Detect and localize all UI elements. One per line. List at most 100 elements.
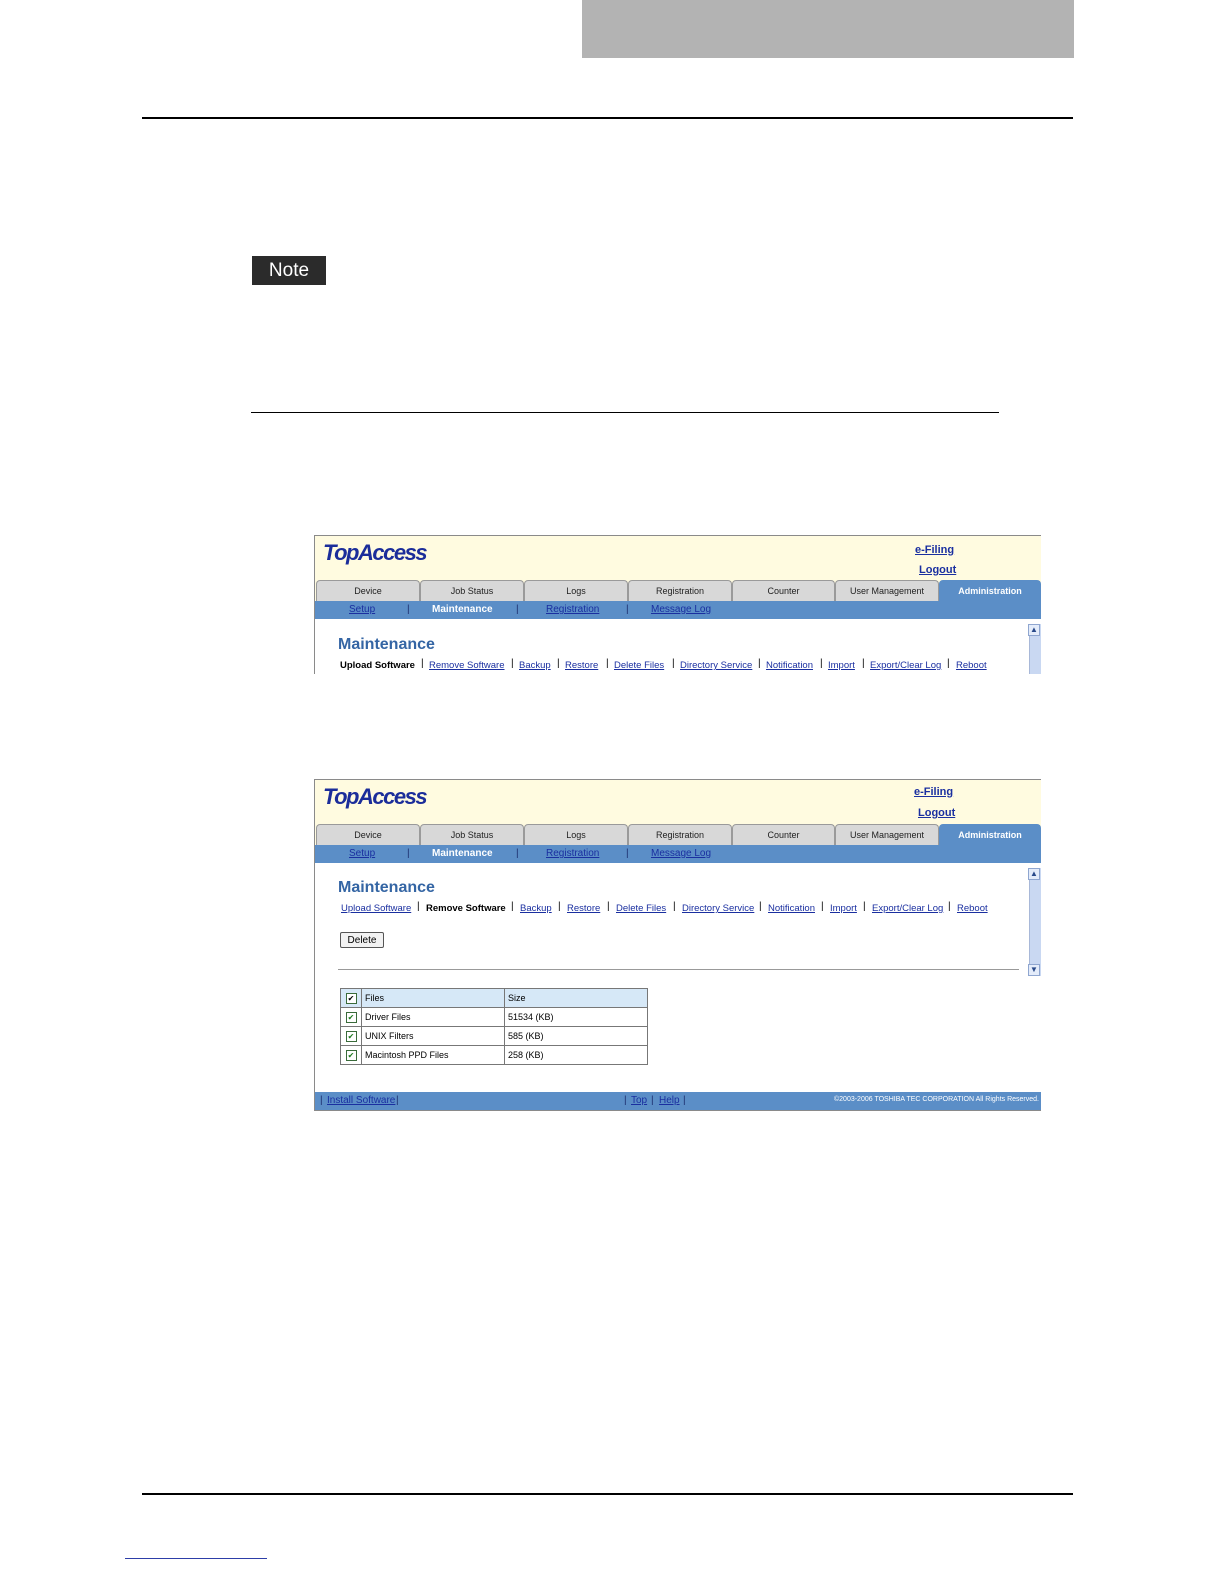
file-name: Driver Files (361, 1007, 505, 1027)
menu-directory-service[interactable]: Directory Service (680, 660, 752, 671)
file-name: Macintosh PPD Files (361, 1045, 505, 1065)
menu-upload-software[interactable]: Upload Software (340, 660, 415, 671)
menu-separator: | (421, 658, 424, 669)
tab-job-status[interactable]: Job Status (420, 824, 524, 845)
scrollbar[interactable] (1029, 868, 1041, 976)
row-checkbox[interactable]: ✔ (345, 1030, 357, 1042)
section-divider (338, 969, 1019, 970)
menu-separator: | (417, 901, 420, 912)
tab-user-management[interactable]: User Management (835, 824, 939, 845)
footer-separator: | (651, 1095, 654, 1106)
efiling-link[interactable]: e-Filing (914, 786, 953, 798)
footer-link-underline[interactable] (125, 1558, 267, 1559)
scroll-up-icon[interactable]: ▲ (1028, 624, 1040, 636)
menu-export-clear-log[interactable]: Export/Clear Log (870, 660, 941, 671)
tab-user-management[interactable]: User Management (835, 580, 939, 601)
file-size: 258 (KB) (504, 1045, 648, 1065)
menu-delete-files[interactable]: Delete Files (616, 903, 666, 914)
menu-directory-service[interactable]: Directory Service (682, 903, 754, 914)
menu-separator: | (759, 901, 762, 912)
tab-device[interactable]: Device (316, 824, 420, 845)
menu-reboot[interactable]: Reboot (957, 903, 988, 914)
logout-link[interactable]: Logout (919, 564, 956, 576)
topaccess-logo: TopAccess (323, 540, 428, 565)
menu-separator: | (948, 901, 951, 912)
menu-reboot[interactable]: Reboot (956, 660, 987, 671)
menu-remove-software[interactable]: Remove Software (429, 660, 505, 671)
scroll-down-icon[interactable]: ▼ (1028, 964, 1040, 976)
topaccess-screenshot-remove: TopAccess e-Filing Logout Device Job Sta… (314, 779, 1041, 1111)
subnav-setup[interactable]: Setup (349, 604, 375, 615)
select-all-cell[interactable]: ✔ (340, 988, 362, 1008)
menu-restore[interactable]: Restore (565, 660, 598, 671)
subnav-message-log[interactable]: Message Log (651, 604, 711, 615)
page-header-bar (582, 0, 1074, 58)
sub-nav: Setup | Maintenance | Registration | Mes… (315, 601, 1041, 619)
menu-remove-software[interactable]: Remove Software (426, 903, 506, 914)
tab-job-status[interactable]: Job Status (420, 580, 524, 601)
menu-separator: | (863, 901, 866, 912)
top-link[interactable]: Top (631, 1095, 647, 1106)
subnav-registration[interactable]: Registration (546, 604, 599, 615)
row-checkbox[interactable]: ✔ (345, 1011, 357, 1023)
subnav-separator: | (516, 604, 519, 615)
row-checkbox-cell[interactable]: ✔ (340, 1026, 362, 1046)
note-rule (251, 412, 999, 413)
footer-bar: | Install Software | | Top | Help | ©200… (315, 1092, 1041, 1110)
menu-export-clear-log[interactable]: Export/Clear Log (872, 903, 943, 914)
efiling-link[interactable]: e-Filing (915, 544, 954, 556)
column-header-size: Size (504, 988, 648, 1008)
file-name: UNIX Filters (361, 1026, 505, 1046)
subnav-message-log[interactable]: Message Log (651, 848, 711, 859)
subnav-separator: | (626, 848, 629, 859)
menu-backup[interactable]: Backup (520, 903, 552, 914)
footer-separator: | (624, 1095, 627, 1106)
row-checkbox-cell[interactable]: ✔ (340, 1007, 362, 1027)
menu-separator: | (820, 658, 823, 669)
note-label: Note (252, 256, 326, 285)
subnav-registration[interactable]: Registration (546, 848, 599, 859)
menu-import[interactable]: Import (830, 903, 857, 914)
menu-notification[interactable]: Notification (766, 660, 813, 671)
menu-backup[interactable]: Backup (519, 660, 551, 671)
tab-counter[interactable]: Counter (732, 824, 835, 845)
subnav-setup[interactable]: Setup (349, 848, 375, 859)
scroll-up-icon[interactable]: ▲ (1028, 868, 1040, 880)
subnav-separator: | (626, 604, 629, 615)
delete-button[interactable]: Delete (340, 932, 384, 948)
menu-delete-files[interactable]: Delete Files (614, 660, 664, 671)
tab-registration[interactable]: Registration (628, 824, 732, 845)
menu-restore[interactable]: Restore (567, 903, 600, 914)
subnav-maintenance[interactable]: Maintenance (432, 848, 493, 859)
menu-separator: | (672, 658, 675, 669)
install-software-link[interactable]: Install Software (327, 1095, 395, 1106)
select-all-checkbox[interactable]: ✔ (345, 992, 357, 1004)
menu-notification[interactable]: Notification (768, 903, 815, 914)
row-checkbox[interactable]: ✔ (345, 1049, 357, 1061)
menu-separator: | (947, 658, 950, 669)
files-table: ✔ Files Size ✔ Driver Files 51534 (KB) ✔… (340, 988, 648, 1065)
menu-separator: | (862, 658, 865, 669)
file-size: 51534 (KB) (504, 1007, 648, 1027)
subnav-maintenance[interactable]: Maintenance (432, 604, 493, 615)
logout-link[interactable]: Logout (918, 807, 955, 819)
subnav-separator: | (407, 604, 410, 615)
page-title: Maintenance (338, 879, 435, 896)
table-row: ✔ Driver Files 51534 (KB) (340, 1007, 648, 1027)
tab-registration[interactable]: Registration (628, 580, 732, 601)
tab-row: Device Job Status Logs Registration Coun… (315, 824, 1041, 845)
tab-counter[interactable]: Counter (732, 580, 835, 601)
menu-upload-software[interactable]: Upload Software (341, 903, 411, 914)
tab-logs[interactable]: Logs (524, 580, 628, 601)
help-link[interactable]: Help (659, 1095, 680, 1106)
menu-separator: | (511, 901, 514, 912)
table-row: ✔ Macintosh PPD Files 258 (KB) (340, 1045, 648, 1065)
menu-import[interactable]: Import (828, 660, 855, 671)
tab-logs[interactable]: Logs (524, 824, 628, 845)
tab-device[interactable]: Device (316, 580, 420, 601)
row-checkbox-cell[interactable]: ✔ (340, 1045, 362, 1065)
topaccess-logo: TopAccess (323, 784, 428, 809)
tab-administration[interactable]: Administration (939, 824, 1041, 845)
tab-administration[interactable]: Administration (939, 580, 1041, 601)
tab-row: Device Job Status Logs Registration Coun… (315, 580, 1041, 601)
